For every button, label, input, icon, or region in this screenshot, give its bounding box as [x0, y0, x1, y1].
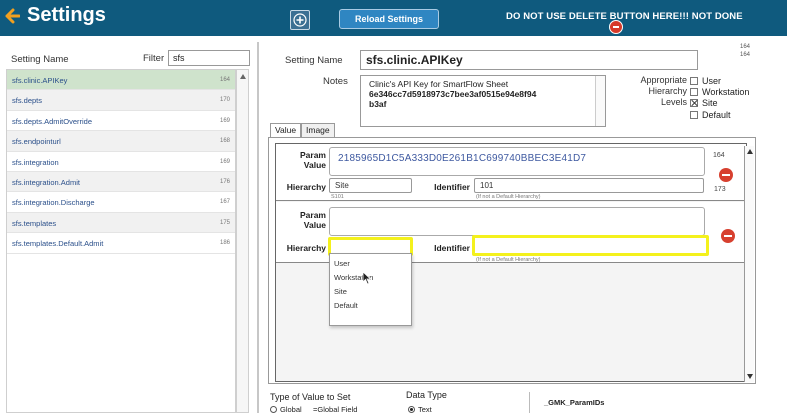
param-record: Param Value 2185965D1C5A333D0E261B1C6997… — [276, 144, 746, 201]
global-radio-label: Global — [280, 405, 302, 413]
hierarchy-dropdown-menu: User Workstation Site Default — [329, 253, 412, 326]
global-radio[interactable] — [270, 406, 277, 413]
dropdown-option-default[interactable]: Default — [334, 301, 358, 310]
record-id: 164 — [713, 152, 725, 159]
notes-label: Notes — [323, 76, 348, 87]
hierarchy-label: Hierarchy — [286, 182, 326, 192]
tab-value[interactable]: Value — [270, 123, 302, 137]
notes-field[interactable]: Clinic's API Key for SmartFlow Sheet 6e3… — [360, 75, 606, 127]
hierarchy-label: Hierarchy — [286, 243, 326, 253]
hierarchy-sub-text: S101 — [331, 194, 344, 200]
settings-list: sfs.clinic.APIKey 164 sfs.depts 170 sfs.de… — [6, 69, 236, 413]
list-item[interactable]: sfs.depts.AdmitOverride 169 — [7, 111, 235, 132]
identifier-label: Identifier — [434, 182, 470, 192]
identifier-field[interactable]: 101 — [474, 178, 704, 193]
text-radio[interactable] — [408, 406, 415, 413]
scroll-up-icon[interactable] — [240, 74, 246, 79]
delete-record-icon[interactable] — [721, 229, 735, 243]
list-item[interactable]: sfs.integration 169 — [7, 152, 235, 172]
identifier-hint: (If not a Default Hierarchy) — [476, 194, 541, 200]
app-header: Settings Reload Settings DO NOT USE DELE… — [0, 0, 787, 36]
notes-text: Clinic's API Key for SmartFlow Sheet 6e3… — [369, 79, 537, 109]
page-title: Settings — [27, 4, 106, 26]
setting-name-column-label: Setting Name — [11, 54, 69, 65]
list-item[interactable]: sfs.templates.Default.Admit 186 — [7, 233, 235, 254]
plus-icon — [293, 13, 307, 27]
setting-name-field[interactable]: sfs.clinic.APIKey — [360, 50, 698, 70]
tab-image[interactable]: Image — [301, 123, 335, 137]
filter-input[interactable] — [168, 50, 250, 66]
add-setting-button[interactable] — [290, 10, 310, 30]
appropriate-hierarchy-levels-label: Appropriate Hierarchy Levels — [640, 75, 687, 107]
list-item[interactable]: sfs.endpointurl 168 — [7, 131, 235, 152]
list-scrollbar[interactable] — [236, 69, 249, 413]
settings-list-panel: Setting Name Filter sfs.clinic.APIKey164… — [0, 36, 252, 413]
setting-id-top: 164 — [740, 44, 751, 50]
reload-settings-button[interactable]: Reload Settings — [339, 9, 439, 29]
list-item[interactable]: sfs.templates 175 — [7, 212, 235, 234]
text-radio-label: Text — [418, 405, 432, 413]
delete-warning-text: DO NOT USE DELETE BUTTON HERE!!! NOT DON… — [506, 11, 743, 22]
dropdown-option-site[interactable]: Site — [334, 287, 347, 296]
setting-name-label: Setting Name — [285, 55, 343, 66]
delete-icon[interactable] — [609, 20, 623, 34]
identifier-hint: (If not a Default Hierarchy) — [476, 257, 541, 263]
param-value-label: Param Value — [300, 150, 326, 170]
hierarchy-field[interactable]: Site — [329, 178, 412, 193]
param-value-label: Param Value — [300, 210, 326, 230]
list-item[interactable]: sfs.integration.Discharge 167 — [7, 192, 235, 213]
list-item[interactable]: sfs.clinic.APIKey 164 — [7, 70, 235, 91]
identifier-field-highlighted[interactable] — [472, 235, 709, 256]
scroll-up-icon[interactable] — [747, 149, 753, 154]
type-of-value-label: Type of Value to Set — [270, 392, 351, 402]
dropdown-option-user[interactable]: User — [334, 259, 350, 268]
scroll-down-icon[interactable] — [747, 374, 753, 379]
identifier-label: Identifier — [434, 243, 470, 253]
notes-scrollbar[interactable] — [595, 76, 605, 126]
global-field-label: =Global Field — [313, 405, 358, 413]
bottom-divider — [529, 392, 530, 413]
panel-divider — [257, 42, 259, 413]
record-count: 173 — [714, 186, 726, 193]
param-value-field[interactable] — [329, 207, 705, 236]
data-type-label: Data Type — [406, 390, 447, 400]
param-ids-label: _GMK_ParamIDs — [544, 398, 605, 407]
delete-record-icon[interactable] — [719, 168, 733, 182]
list-item[interactable]: sfs.integration.Admit 176 — [7, 171, 235, 193]
mouse-cursor-icon — [362, 271, 372, 285]
param-value-field[interactable]: 2185965D1C5A333D0E261B1C699740BBEC3E41D7 — [329, 147, 705, 176]
list-item[interactable]: sfs.depts 170 — [7, 90, 235, 111]
setting-id-bottom: 164 — [740, 52, 751, 58]
back-arrow-icon[interactable] — [4, 8, 20, 24]
filter-label: Filter — [143, 53, 165, 64]
portal-scrollbar[interactable] — [744, 146, 754, 382]
